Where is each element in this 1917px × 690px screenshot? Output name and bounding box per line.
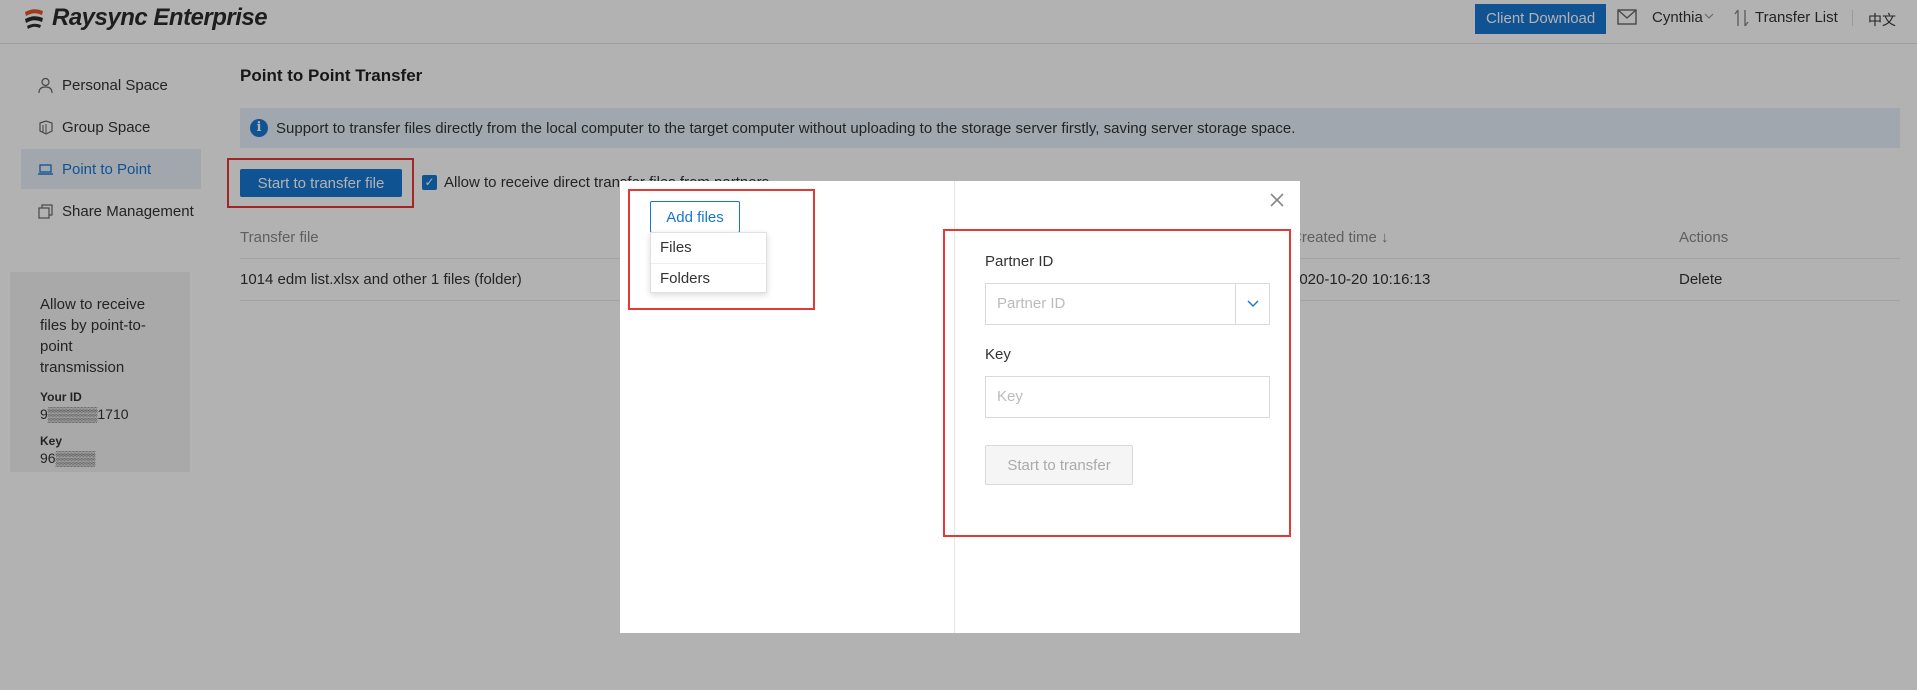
close-icon[interactable] [1268, 191, 1286, 209]
transfer-modal: Add files Files Folders Partner ID Partn… [620, 181, 1300, 633]
highlight-box [628, 189, 815, 310]
highlight-box [943, 229, 1291, 537]
